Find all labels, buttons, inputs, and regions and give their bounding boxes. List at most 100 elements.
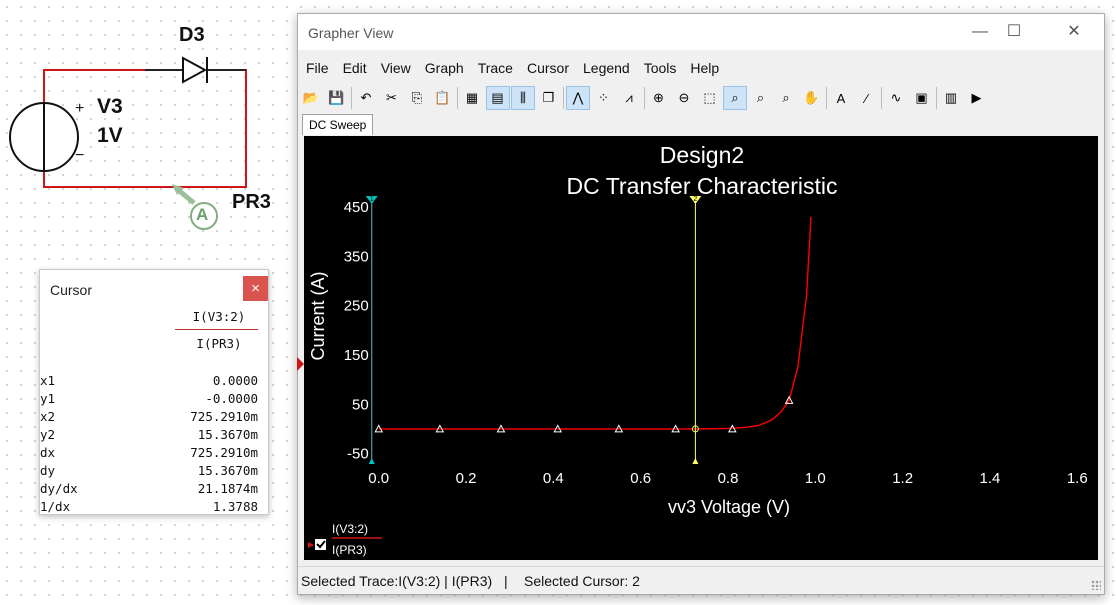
chart-subtitle: DC Transfer Characteristic (567, 173, 838, 199)
cursor-row-value: 1.3788 (212, 499, 258, 514)
legend[interactable]: I(V3:2) I(PR3) (308, 522, 382, 557)
y-tick-label: 50 (352, 396, 369, 413)
status-bar: Selected Trace:I(V3:2) | I(PR3) | Select… (298, 566, 1104, 593)
cursor-row: y1 -0.0000 (40, 390, 258, 408)
text-icon[interactable]: A (830, 87, 852, 109)
pan-icon[interactable]: ✋ (801, 87, 823, 109)
cursor-values-table: x1 0.0000 y1 -0.0000 x2 725.2910m y2 15.3670m dx… (40, 372, 258, 516)
maximize-button[interactable]: ☐ (994, 20, 1034, 44)
x-tick-label: 1.6 (1067, 470, 1088, 487)
add-trace-icon[interactable]: ∿ (885, 87, 907, 109)
cursor-row-label: y2 (40, 427, 56, 442)
cursor-row-label: dx (40, 445, 56, 460)
x-tick-label: 0.2 (456, 470, 477, 487)
copy-icon[interactable]: ⎘ (406, 87, 428, 109)
source-name-label: V3 (97, 95, 123, 118)
window-title: Grapher View (308, 25, 394, 41)
menu-help[interactable]: Help (682, 58, 725, 78)
trace-line-icon[interactable]: ⋀ (566, 86, 590, 110)
diode-d3-symbol[interactable] (182, 56, 208, 84)
voltage-source-v3-symbol[interactable] (9, 102, 79, 172)
grapher-titlebar[interactable]: Grapher View — ☐ ✕ (298, 14, 1104, 50)
zoom-y-icon[interactable]: ⌕ (775, 87, 797, 109)
cursor-row: dx 725.2910m (40, 444, 258, 462)
probe-pr3-arrow[interactable] (172, 184, 218, 230)
zoom-in-icon[interactable]: ⊕ (648, 87, 670, 109)
close-window-button[interactable]: ✕ (1054, 20, 1094, 44)
menu-cursor[interactable]: Cursor (519, 58, 575, 78)
status-selected-cursor: Selected Cursor: 2 (524, 573, 640, 589)
resize-grip[interactable] (1091, 580, 1101, 590)
open-icon[interactable]: 📂 (300, 87, 322, 109)
menu-graph[interactable]: Graph (417, 58, 470, 78)
menu-tools[interactable]: Tools (636, 58, 683, 78)
export-excel-icon[interactable]: ▶ (966, 87, 988, 109)
x-tick-label: 1.4 (980, 470, 1001, 487)
cursor-foot-1 (368, 458, 375, 464)
properties-icon[interactable]: ▣ (911, 87, 933, 109)
y-tick-label: -50 (347, 446, 369, 463)
schematic-canvas[interactable]: D3 V3 1V + − A PR3 (0, 0, 300, 250)
cursor-row-value: -0.0000 (205, 391, 258, 406)
x-tick-label: 1.2 (892, 470, 913, 487)
save-icon[interactable]: 💾 (326, 87, 348, 109)
menu-legend[interactable]: Legend (575, 58, 636, 78)
cursor-row-label: y1 (40, 391, 56, 406)
cursor-handle-label-2: 2 (693, 196, 697, 203)
toolbar-separator (936, 87, 937, 109)
cursor-row: y2 15.3670m (40, 426, 258, 444)
cursor-row-value: 0.0000 (212, 373, 258, 388)
undo-icon[interactable]: ↶ (355, 87, 377, 109)
label-icon[interactable]: ⁄ (856, 87, 878, 109)
status-selected-trace: Selected Trace:I(V3:2) | I(PR3) (301, 573, 493, 589)
cursor-foot-2 (692, 458, 699, 464)
zoom-out-icon[interactable]: ⊖ (673, 87, 695, 109)
x-tick-label: 0.4 (543, 470, 564, 487)
menu-file[interactable]: File (298, 58, 335, 78)
menu-trace[interactable]: Trace (470, 58, 519, 78)
probe-letter: A (196, 205, 209, 224)
toolbar-separator (563, 87, 564, 109)
cursor-panel-close-button[interactable]: × (243, 276, 268, 301)
toolbar-separator (457, 87, 458, 109)
paste-icon[interactable]: 📋 (432, 87, 454, 109)
menu-edit[interactable]: Edit (335, 58, 373, 78)
overlay-icon[interactable]: ❐ (538, 87, 560, 109)
cursor-row-value: 725.2910m (190, 409, 258, 424)
zoom-full-icon[interactable]: ⌕ (723, 86, 747, 110)
diode-label: D3 (179, 24, 205, 46)
toolbar-separator (881, 87, 882, 109)
cursors-icon[interactable]: ⫼ (511, 86, 535, 110)
legend-icon[interactable]: ▤ (485, 86, 510, 110)
trace-points-icon[interactable]: ⁘ (593, 87, 615, 109)
y-tick-label: 350 (344, 248, 369, 265)
cursor-column-header: I(V3:2) (192, 309, 246, 324)
cursor-column-underline (175, 329, 258, 330)
grid-icon[interactable]: ▦ (461, 87, 483, 109)
cursor-handle-label-1: 1 (370, 196, 374, 203)
probe-name-label: PR3 (232, 191, 271, 213)
cursor-row-value: 15.3670m (197, 427, 258, 442)
menu-view[interactable]: View (373, 58, 417, 78)
y-tick-label: 250 (344, 298, 369, 315)
trace-selection-marker (297, 357, 304, 371)
toolbar-separator (351, 87, 352, 109)
wire-right[interactable] (183, 69, 247, 188)
legend-line2: I(PR3) (332, 543, 367, 557)
plot-area[interactable]: Design2 DC Transfer Characteristic vv3 V… (304, 136, 1098, 560)
cursor-row-label: x1 (40, 373, 56, 388)
tab-dc-sweep[interactable]: DC Sweep (302, 114, 374, 135)
cut-icon[interactable]: ✂ (381, 87, 403, 109)
wire-bottom[interactable] (43, 166, 183, 188)
trace-linepoints-icon[interactable]: ⩘ (618, 87, 640, 109)
chart-title: Design2 (660, 142, 744, 168)
y-axis-label: Current (A) (308, 271, 328, 360)
source-value-label: 1V (97, 124, 123, 147)
cursor-row-label: 1/dx (40, 499, 71, 514)
cursor-row-value: 15.3670m (197, 463, 258, 478)
y-tick-label: 450 (344, 199, 369, 216)
export-icon[interactable]: ▥ (940, 87, 962, 109)
x-tick-label: 0.8 (718, 470, 739, 487)
zoom-area-icon[interactable]: ⬚ (699, 87, 721, 109)
zoom-x-icon[interactable]: ⌕ (750, 87, 772, 109)
